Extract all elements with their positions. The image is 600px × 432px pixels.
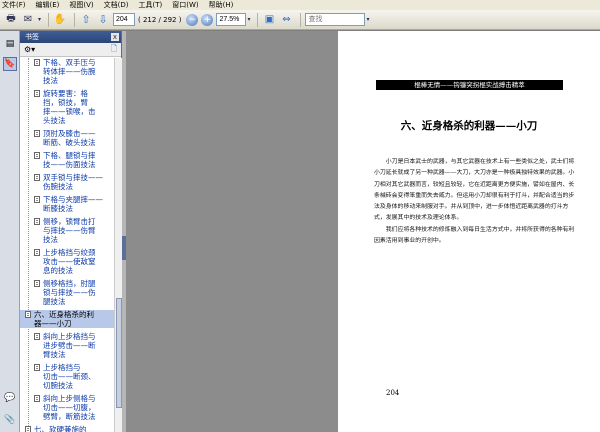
- document-area[interactable]: 棍棒无情——钩镰突拐棍实战搏击精萃 六、近身格杀的利器——小刀 小刀是日本武士的…: [126, 31, 600, 432]
- bookmark-item[interactable]: 顶肘及膝击—— 断筋、破头技法: [20, 129, 114, 147]
- running-head: 棍棒无情——钩镰突拐棍实战搏击精萃: [376, 80, 563, 90]
- hand-tool-icon[interactable]: ✋: [53, 13, 67, 27]
- bookmark-page-icon: [34, 196, 40, 203]
- bookmark-label: 下格与夹腿摔—— 断膝技法: [43, 195, 103, 213]
- menu-file[interactable]: 文件(F): [2, 0, 26, 10]
- bookmark-page-icon: [34, 395, 40, 402]
- bookmark-item[interactable]: 下格、双手压与 转体摔——伤腕 技法: [20, 58, 114, 85]
- bookmark-label: 顶肘及膝击—— 断筋、破头技法: [43, 129, 96, 147]
- bookmarks-header: 书签 x: [20, 31, 121, 43]
- pdf-page: 棍棒无情——钩镰突拐棍实战搏击精萃 六、近身格杀的利器——小刀 小刀是日本武士的…: [338, 31, 600, 432]
- menu-bar: 文件(F) 编辑(E) 视图(V) 文档(D) 工具(T) 窗口(W) 帮助(H…: [0, 0, 600, 10]
- menu-help[interactable]: 帮助(H): [209, 0, 234, 10]
- dropdown-arrow-icon[interactable]: ▾: [38, 13, 41, 27]
- bookmarks-scrollbar[interactable]: [114, 58, 122, 432]
- bookmark-page-icon: [34, 218, 40, 225]
- bookmark-item[interactable]: 旋转要害：格 挡，锁技，臂 摔——锁喉，击 头技法: [20, 89, 114, 125]
- bookmark-item[interactable]: 六、近身格杀的利 器——小刀: [20, 310, 114, 328]
- print-icon[interactable]: 🖶: [4, 13, 18, 27]
- zoom-out-icon[interactable]: −: [186, 13, 199, 26]
- bookmark-page-icon: [25, 311, 31, 318]
- bookmark-page-icon: [34, 333, 40, 340]
- paragraph: 我们应将各种技术的修炼融入到每日生活方式中，并将所获得的各种有利因素活用到事业的…: [374, 226, 575, 245]
- paragraph: 小刀是日本武士的武器，与其它武器在技术上有一些类似之处，武士们将小刀延长就成了另…: [374, 159, 575, 222]
- menu-document[interactable]: 文档(D): [104, 0, 129, 10]
- bookmark-label: 旋转要害：格 挡，锁技，臂 摔——锁喉，击 头技法: [43, 89, 96, 125]
- bookmark-item[interactable]: 上步格挡与 切击——断颈、 切腕技法: [20, 363, 114, 390]
- toolbar-separator: [257, 12, 259, 27]
- bookmark-label: 六、近身格杀的利 器——小刀: [34, 310, 94, 328]
- page-number-input[interactable]: [113, 13, 136, 26]
- bookmarks-panel: 书签 x ⚙▾ 🗋 下格、双手压与 转体摔——伤腕 技法旋转要害：格 挡，锁技，…: [20, 31, 122, 432]
- bookmark-item[interactable]: 上步格挡与绞颈 攻击——使敌窒 息的技法: [20, 248, 114, 275]
- bookmark-page-icon: [34, 280, 40, 287]
- bookmark-label: 下格、腿锁与摔 技——伤面技法: [43, 151, 96, 169]
- zoom-dropdown-icon[interactable]: ▾: [247, 13, 250, 27]
- new-bookmark-icon[interactable]: 🗋: [111, 43, 117, 57]
- bookmark-label: 双手锁与摔技—— 伤腕技法: [43, 173, 103, 191]
- bookmark-item[interactable]: 七、软硬兼施的 便携器械——九 节鞭: [20, 425, 114, 432]
- menu-view[interactable]: 视图(V): [69, 0, 93, 10]
- search-dropdown-icon[interactable]: ▾: [366, 13, 369, 27]
- bookmark-page-icon: [25, 426, 31, 432]
- search-input[interactable]: [305, 13, 366, 26]
- menu-window[interactable]: 窗口(W): [172, 0, 198, 10]
- fit-width-icon[interactable]: ⇔: [279, 13, 293, 27]
- attachments-icon[interactable]: 📎: [3, 413, 17, 427]
- bookmark-label: 七、软硬兼施的 便携器械——九 节鞭: [34, 425, 87, 432]
- options-menu-icon[interactable]: ⚙▾: [24, 45, 35, 54]
- bookmark-label: 上步格挡与 切击——断颈、 切腕技法: [43, 363, 96, 390]
- toolbar: 🖶 ✉ ▾ ✋ ⇧ ⇩ ( 212 / 292 ) − + ▾ ▣ ⇔ ▾: [0, 10, 600, 30]
- bookmarks-toolbar: ⚙▾ 🗋: [20, 43, 121, 57]
- toolbar-separator: [74, 12, 76, 27]
- bookmark-page-icon: [34, 249, 40, 256]
- page-number: 204: [386, 389, 400, 397]
- bookmark-item[interactable]: 下格、腿锁与摔 技——伤面技法: [20, 151, 114, 169]
- navigation-pane-strip: ▤ 🔖 💬 📎: [0, 31, 20, 432]
- body-text: 小刀是日本武士的武器，与其它武器在技术上有一些类似之处，武士们将小刀延长就成了另…: [374, 157, 579, 247]
- bookmark-item[interactable]: 侧移格挡，肘腿 锁与摔技——伤 腿技法: [20, 279, 114, 306]
- bookmark-page-icon: [34, 364, 40, 371]
- chapter-title: 六、近身格杀的利器——小刀: [400, 120, 538, 132]
- fit-page-icon[interactable]: ▣: [262, 13, 276, 27]
- comments-icon[interactable]: 💬: [3, 391, 17, 405]
- bookmark-label: 侧移，锁臂击打 与摔技——伤臂 技法: [43, 217, 96, 244]
- bookmark-label: 斜向上步格挡与 进步劈击——断 臂技法: [43, 332, 96, 359]
- bookmark-page-icon: [34, 59, 40, 66]
- menu-edit[interactable]: 编辑(E): [36, 0, 60, 10]
- pages-panel-icon[interactable]: ▤: [3, 37, 17, 51]
- previous-page-icon[interactable]: ⇧: [79, 13, 93, 27]
- bookmark-item[interactable]: 侧移，锁臂击打 与摔技——伤臂 技法: [20, 217, 114, 244]
- toolbar-separator: [48, 12, 50, 27]
- bookmark-page-icon: [34, 174, 40, 181]
- bookmark-label: 下格、双手压与 转体摔——伤腕 技法: [43, 58, 96, 85]
- zoom-level-input[interactable]: [216, 13, 247, 26]
- email-icon[interactable]: ✉: [21, 13, 35, 27]
- toolbar-separator: [300, 12, 302, 27]
- menu-tools[interactable]: 工具(T): [139, 0, 163, 10]
- bookmark-label: 侧移格挡，肘腿 锁与摔技——伤 腿技法: [43, 279, 96, 306]
- bookmark-page-icon: [34, 152, 40, 159]
- bookmark-tree: 下格、双手压与 转体摔——伤腕 技法旋转要害：格 挡，锁技，臂 摔——锁喉，击 …: [20, 58, 114, 432]
- bookmark-item[interactable]: 斜向上步侧格与 切击——切腹， 劈臂，断筋技法: [20, 394, 114, 421]
- bookmarks-title: 书签: [25, 33, 39, 41]
- bookmark-item[interactable]: 下格与夹腿摔—— 断膝技法: [20, 195, 114, 213]
- zoom-in-icon[interactable]: +: [201, 13, 214, 26]
- bookmark-label: 斜向上步侧格与 切击——切腹， 劈臂，断筋技法: [43, 394, 96, 421]
- bookmark-item[interactable]: 双手锁与摔技—— 伤腕技法: [20, 173, 114, 191]
- bookmark-page-icon: [34, 90, 40, 97]
- bookmark-label: 上步格挡与绞颈 攻击——使敌窒 息的技法: [43, 248, 96, 275]
- bookmark-page-icon: [34, 130, 40, 137]
- page-count: ( 212 / 292 ): [138, 15, 182, 24]
- bookmarks-panel-icon[interactable]: 🔖: [3, 57, 17, 71]
- next-page-icon[interactable]: ⇩: [96, 13, 110, 27]
- bookmark-item[interactable]: 斜向上步格挡与 进步劈击——断 臂技法: [20, 332, 114, 359]
- close-panel-button[interactable]: x: [111, 33, 119, 41]
